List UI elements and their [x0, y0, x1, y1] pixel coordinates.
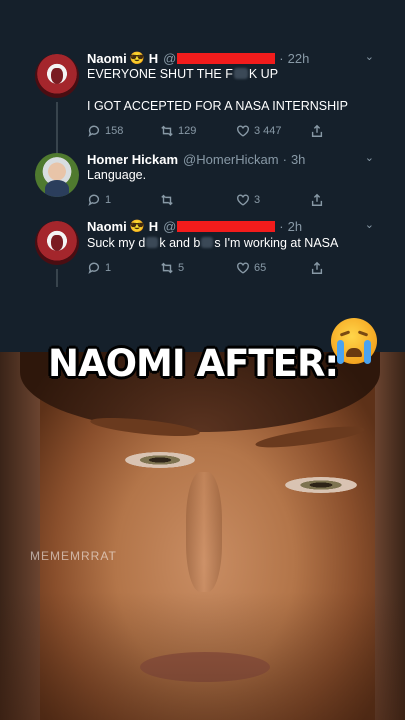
censor-blur	[201, 237, 214, 248]
retweet-icon	[161, 194, 173, 206]
avatar[interactable]	[35, 221, 79, 265]
tweet-naomi-2[interactable]: Naomi 😎 H @ · 2h ⌄ Suck my d k and b s I'm…	[0, 218, 405, 288]
share-button[interactable]	[310, 123, 324, 139]
reply-count: 158	[105, 125, 124, 137]
retweet-count: 5	[178, 262, 185, 274]
like-count: 3	[254, 194, 261, 206]
tweet-actions: 1 5 65	[87, 260, 347, 276]
share-icon	[311, 261, 323, 274]
heart-icon	[237, 194, 249, 206]
tweet-naomi-1[interactable]: Naomi 😎 H @ · 22h ⌄ EVERYONE SHUT THE F K…	[0, 50, 405, 160]
reply-icon	[88, 262, 100, 274]
censor-blur	[233, 68, 248, 79]
separator: ·	[279, 218, 284, 234]
emoji-tear	[337, 340, 344, 364]
like-button[interactable]: 65	[236, 260, 266, 276]
separator: ·	[279, 50, 284, 66]
avatar[interactable]	[35, 153, 79, 197]
like-button[interactable]: 3	[236, 192, 260, 208]
tweet-actions: 1 3	[87, 192, 347, 208]
handle[interactable]: @	[163, 219, 176, 234]
like-count: 65	[254, 262, 267, 274]
tweet-text-part: k and b	[159, 236, 201, 250]
reply-icon	[88, 194, 100, 206]
right-eye	[285, 477, 357, 493]
tweet-header: Naomi 😎 H @ · 22h	[87, 50, 309, 66]
name-suffix: H	[148, 218, 159, 234]
retweet-icon	[161, 125, 173, 137]
separator: ·	[282, 151, 287, 167]
sunglasses-emoji: 😎	[129, 219, 145, 233]
shadow	[0, 592, 405, 720]
timestamp[interactable]: 3h	[291, 152, 305, 167]
like-button[interactable]: 3 447	[236, 123, 282, 139]
censor-blur	[146, 237, 159, 248]
loudly-crying-emoji-icon	[331, 318, 377, 364]
tweet-text-part: EVERYONE SHUT THE F	[87, 67, 233, 81]
watermark: MEMEMRRAT	[30, 549, 117, 563]
display-name[interactable]: Naomi	[87, 51, 127, 66]
caption-text: NAOMI AFTER:	[48, 342, 339, 385]
tweet-text: Suck my d k and b s I'm working at NASA	[87, 236, 338, 250]
tweet-homer[interactable]: Homer Hickam @HomerHickam · 3h ⌄ Languag…	[0, 150, 405, 212]
left-eye	[125, 452, 195, 468]
share-icon	[311, 193, 323, 206]
sunglasses-emoji: 😎	[129, 51, 145, 65]
reply-icon	[88, 125, 100, 137]
heart-icon	[237, 125, 249, 137]
redaction-bar	[177, 220, 276, 232]
tweet-thread: Naomi 😎 H @ · 22h ⌄ EVERYONE SHUT THE F K…	[0, 0, 405, 352]
emoji-tear	[364, 340, 371, 364]
retweet-button[interactable]	[160, 192, 174, 208]
tweet-text: Language.	[87, 168, 147, 182]
share-button[interactable]	[310, 260, 324, 276]
nose	[186, 472, 222, 592]
reply-button[interactable]: 1	[87, 192, 111, 208]
reply-button[interactable]: 1	[87, 260, 111, 276]
tweet-text-line-1: EVERYONE SHUT THE F K UP	[87, 67, 278, 81]
display-name[interactable]: Homer Hickam	[87, 152, 178, 167]
emoji-mouth	[346, 348, 362, 357]
reply-count: 1	[105, 194, 112, 206]
chevron-down-icon[interactable]: ⌄	[365, 218, 374, 231]
chevron-down-icon[interactable]: ⌄	[365, 151, 374, 164]
emoji-brow	[339, 330, 351, 337]
share-icon	[311, 124, 323, 137]
heart-icon	[237, 262, 249, 274]
redaction-bar	[177, 52, 276, 64]
retweet-icon	[161, 262, 173, 274]
meme-screen: Naomi 😎 H @ · 22h ⌄ EVERYONE SHUT THE F K…	[0, 0, 405, 720]
reaction-photo: MEMEMRRAT	[0, 352, 405, 720]
tweet-text-part: K UP	[248, 67, 279, 81]
reply-count: 1	[105, 262, 112, 274]
timestamp[interactable]: 22h	[288, 51, 310, 66]
emoji-brow	[357, 330, 369, 337]
retweet-button[interactable]: 5	[160, 260, 184, 276]
tweet-header: Homer Hickam @HomerHickam · 3h	[87, 151, 305, 167]
tweet-actions: 158 129 3 447	[87, 123, 347, 139]
tweet-text-line-2: I GOT ACCEPTED FOR A NASA INTERNSHIP	[87, 99, 348, 113]
retweet-count: 129	[178, 125, 197, 137]
like-count: 3 447	[254, 125, 282, 137]
avatar[interactable]	[35, 54, 79, 98]
tweet-text-part: Suck my d	[87, 236, 146, 250]
name-suffix: H	[148, 50, 159, 66]
handle[interactable]: @HomerHickam	[183, 152, 279, 167]
reply-button[interactable]: 158	[87, 123, 123, 139]
retweet-button[interactable]: 129	[160, 123, 196, 139]
share-button[interactable]	[310, 192, 324, 208]
tweet-text-part: s I'm working at NASA	[214, 236, 339, 250]
chevron-down-icon[interactable]: ⌄	[365, 50, 374, 63]
thread-connector	[56, 269, 58, 287]
timestamp[interactable]: 2h	[288, 219, 302, 234]
tweet-header: Naomi 😎 H @ · 2h	[87, 218, 302, 234]
display-name[interactable]: Naomi	[87, 219, 127, 234]
handle[interactable]: @	[163, 51, 176, 66]
